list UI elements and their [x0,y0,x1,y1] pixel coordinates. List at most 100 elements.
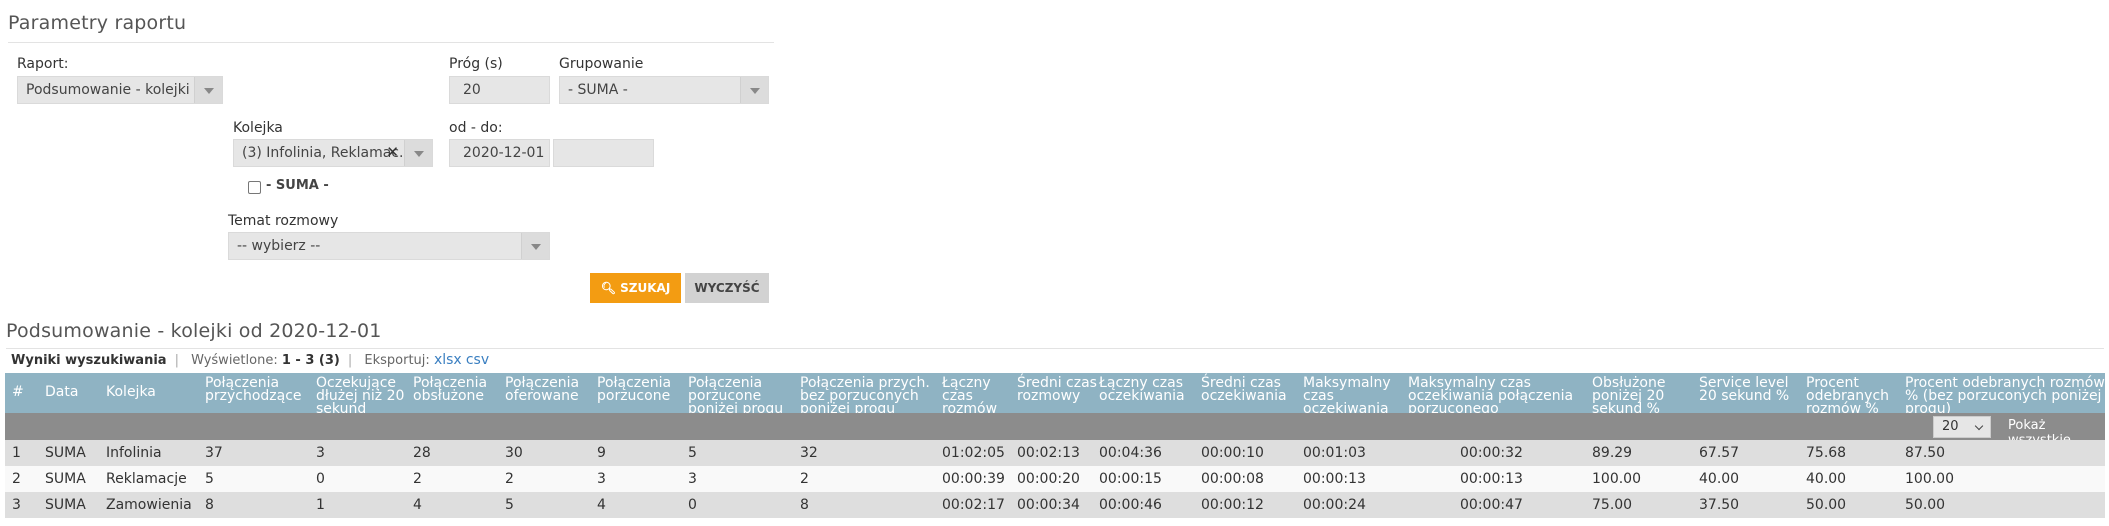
table-cell: 37.50 [1699,497,1740,513]
table-cell: 00:00:24 [1303,497,1366,513]
table-cell: 9 [597,445,606,461]
table-cell: 00:01:03 [1303,445,1366,461]
table-row[interactable]: 2 SUMA Reklamacje 5 0 2 2 3 3 2 00:00:39 00:00:20 00… [5,466,2105,492]
results-label: Wyniki wyszukiwania [11,353,167,368]
grouping-label: Grupowanie [559,56,644,72]
export-csv-link[interactable]: csv [466,352,489,368]
table-cell: 5 [505,497,514,513]
table-cell: SUMA [45,471,86,487]
table-row[interactable]: 1 SUMA Infolinia 37 3 28 30 9 5 32 01:02:05 00:02:1… [5,440,2105,466]
table-cell: 4 [597,497,606,513]
date-to-input[interactable] [553,139,654,167]
column-header[interactable]: Oczekujące dłużej niż 20 sekund [316,376,411,416]
sum-checkbox[interactable] [248,181,261,194]
table-cell: 00:00:12 [1201,497,1264,513]
table-cell: 2 [800,471,809,487]
page-size-select[interactable]: 20 [1933,416,1991,438]
grouping-select[interactable]: - SUMA - [559,76,769,104]
queue-select[interactable]: (3) Infolinia, Reklamac... ✕ [233,139,433,167]
table-cell: 40.00 [1699,471,1740,487]
table-row[interactable]: 3 SUMA Zamowienia 8 1 4 5 4 0 8 00:02:17 00:00:34 00… [5,492,2105,518]
column-header[interactable]: Procent odebranych rozmów % [1806,376,1902,416]
shown-value: 1 - 3 (3) [281,353,340,368]
table-cell: 00:00:15 [1099,471,1162,487]
table-cell: 00:00:08 [1201,471,1264,487]
column-header[interactable]: Kolejka [106,385,201,399]
chevron-down-icon[interactable] [194,77,222,103]
table-cell: 1 [316,497,325,513]
column-header[interactable]: Łączny czas oczekiwania [1099,376,1199,403]
table-cell: 3 [12,497,21,513]
table-cell: Reklamacje [106,471,187,487]
close-icon[interactable]: ✕ [386,143,399,161]
report-select-value: Podsumowanie - kolejki [26,82,190,98]
report-select[interactable]: Podsumowanie - kolejki [17,76,223,104]
chevron-down-icon[interactable] [740,77,768,103]
table-cell: 8 [800,497,809,513]
column-header[interactable]: Połączenia przych. bez porzuconych poniż… [800,376,940,416]
topic-label: Temat rozmowy [228,213,339,229]
threshold-input[interactable]: 20 [449,76,550,104]
column-header[interactable]: Procent odebranych rozmów % (bez porzuco… [1905,376,2105,416]
column-header[interactable]: Połączenia przychodzące [205,376,313,403]
chevron-down-icon[interactable] [404,140,432,166]
grouping-select-value: - SUMA - [568,82,628,98]
table-cell: 00:00:13 [1460,471,1523,487]
results-divider [6,348,2104,349]
column-header[interactable]: Połączenia porzucone [597,376,687,403]
table-cell: 00:00:39 [942,471,1005,487]
results-title: Podsumowanie - kolejki od 2020-12-01 [6,320,382,342]
column-header[interactable]: Średni czas oczekiwania [1201,376,1301,403]
table-cell: 2 [12,471,21,487]
table-cell: 0 [688,497,697,513]
export-label: Eksportuj: [364,353,430,368]
page-size-value: 20 [1942,419,1959,434]
search-button[interactable]: 🔍︎ SZUKAJ [590,273,681,303]
table-cell: 01:02:05 [942,445,1005,461]
table-cell: 00:02:13 [1017,445,1080,461]
table-cell: SUMA [45,497,86,513]
table-cell: 8 [205,497,214,513]
table-cell: 37 [205,445,223,461]
export-xlsx-link[interactable]: xlsx [434,352,462,368]
table-cell: 2 [505,471,514,487]
search-button-label: SZUKAJ [620,281,671,295]
table-cell: 87.50 [1905,445,1946,461]
table-cell: 50.00 [1806,497,1847,513]
params-divider [8,42,774,43]
table-cell: 89.29 [1592,445,1633,461]
date-from-input[interactable]: 2020-12-01 [449,139,550,167]
table-cell: Zamowienia [106,497,192,513]
column-header[interactable]: Średni czas rozmowy [1017,376,1097,403]
column-header[interactable]: Maksymalny czas oczekiwania połączenia p… [1408,376,1588,416]
column-header[interactable]: Maksymalny czas oczekiwania [1303,376,1407,416]
column-header[interactable]: Połączenia porzucone poniżej progu [688,376,798,416]
table-cell: 3 [597,471,606,487]
table-cell: 00:00:20 [1017,471,1080,487]
table-cell: 28 [413,445,431,461]
table-toolbar: 20 Pokaż wszystkie [5,413,2105,448]
table-header: # Data Kolejka Połączenia przychodzące Oczek… [5,373,2105,416]
column-header[interactable]: # [12,385,42,399]
table-cell: 00:02:17 [942,497,1005,513]
search-icon: 🔍︎ [600,281,616,295]
chevron-down-icon[interactable] [521,233,549,259]
table-cell: 50.00 [1905,497,1946,513]
daterange-label: od - do: [449,120,503,136]
clear-button[interactable]: WYCZYŚĆ [685,273,769,303]
table-cell: 100.00 [1592,471,1641,487]
column-header[interactable]: Połączenia oferowane [505,376,595,403]
table-cell: 5 [205,471,214,487]
column-header[interactable]: Service level 20 sekund % [1699,376,1803,403]
table-cell: 5 [688,445,697,461]
params-title: Parametry raportu [8,12,187,34]
column-header[interactable]: Data [45,385,103,399]
column-header[interactable]: Obsłużone poniżej 20 sekund % [1592,376,1696,416]
column-header[interactable]: Łączny czas rozmów [942,376,1014,416]
table-cell: SUMA [45,445,86,461]
column-header[interactable]: Połączenia obsłużone [413,376,503,403]
table-cell: 1 [12,445,21,461]
topic-select[interactable]: -- wybierz -- [228,232,550,260]
table-cell: Infolinia [106,445,162,461]
table-cell: 30 [505,445,523,461]
